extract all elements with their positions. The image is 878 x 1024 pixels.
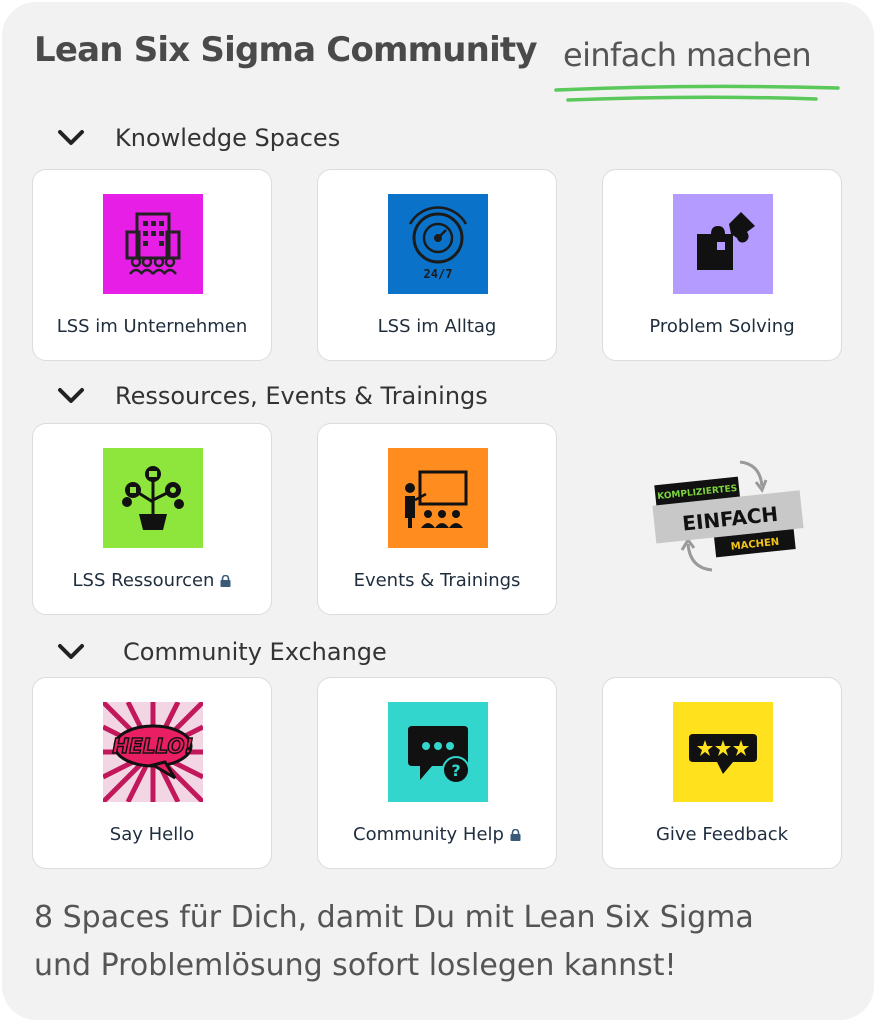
chat-question-icon: ? <box>388 702 488 802</box>
svg-text:HELLO!: HELLO! <box>112 734 193 758</box>
space-card-label: Community Help <box>318 824 556 845</box>
space-card-label: LSS im Unternehmen <box>56 316 248 337</box>
section-label: Knowledge Spaces <box>115 124 341 152</box>
space-card-label: Problem Solving <box>649 316 795 337</box>
hello-bubble-icon: HELLO! <box>103 702 203 802</box>
chevron-down-icon[interactable] <box>57 128 85 148</box>
company-building-icon <box>103 194 203 294</box>
lock-icon <box>220 575 231 587</box>
chevron-down-icon[interactable] <box>57 386 85 406</box>
space-card-problem-solving[interactable]: Problem Solving <box>602 169 842 361</box>
puzzle-icon <box>673 194 773 294</box>
clock-24-7-icon: 24/7 <box>388 194 488 294</box>
space-card-label-text: LSS Ressourcen <box>72 570 215 591</box>
space-card-label-text: Community Help <box>353 824 504 845</box>
space-card-lss-im-unternehmen[interactable]: LSS im Unternehmen <box>32 169 272 361</box>
chevron-down-icon[interactable] <box>57 642 85 662</box>
space-card-community-help[interactable]: ? Community Help <box>317 677 557 869</box>
section-community-exchange[interactable]: Community Exchange <box>57 638 387 666</box>
plant-resources-icon <box>103 448 203 548</box>
space-card-label: LSS Ressourcen <box>33 570 271 591</box>
section-label: Community Exchange <box>123 638 387 666</box>
page-title: Lean Six Sigma Community <box>34 30 538 70</box>
section-knowledge-spaces[interactable]: Knowledge Spaces <box>57 124 340 152</box>
footer-text: 8 Spaces für Dich, damit Du mit Lean Six… <box>34 894 754 990</box>
section-ressources-events-trainings[interactable]: Ressources, Events & Trainings <box>57 382 488 410</box>
space-card-label: Say Hello <box>109 824 195 845</box>
space-card-say-hello[interactable]: HELLO! Say Hello <box>32 677 272 869</box>
space-card-label: Events & Trainings <box>353 570 521 591</box>
svg-text:?: ? <box>451 761 460 780</box>
page-subtitle: einfach machen <box>563 36 812 74</box>
subtitle-underline-icon <box>554 84 840 102</box>
page-frame: Lean Six Sigma Community einfach machen … <box>2 2 874 1020</box>
footer-line: und Problemlösung sofort loslegen kannst… <box>34 948 677 983</box>
lock-icon <box>510 829 521 841</box>
kompliziertes-einfach-machen-logo: KOMPLIZIERTES EINFACH MACHEN <box>652 460 804 572</box>
space-card-lss-im-alltag[interactable]: 24/7 LSS im Alltag <box>317 169 557 361</box>
svg-text:24/7: 24/7 <box>424 267 453 281</box>
space-card-lss-ressourcen[interactable]: LSS Ressourcen <box>32 423 272 615</box>
space-card-label: LSS im Alltag <box>377 316 497 337</box>
space-card-events-trainings[interactable]: Events & Trainings <box>317 423 557 615</box>
star-rating-icon <box>673 702 773 802</box>
space-card-give-feedback[interactable]: Give Feedback <box>602 677 842 869</box>
footer-line: 8 Spaces für Dich, damit Du mit Lean Six… <box>34 900 754 935</box>
presentation-icon <box>388 448 488 548</box>
section-label: Ressources, Events & Trainings <box>115 382 488 410</box>
space-card-label: Give Feedback <box>655 824 789 845</box>
